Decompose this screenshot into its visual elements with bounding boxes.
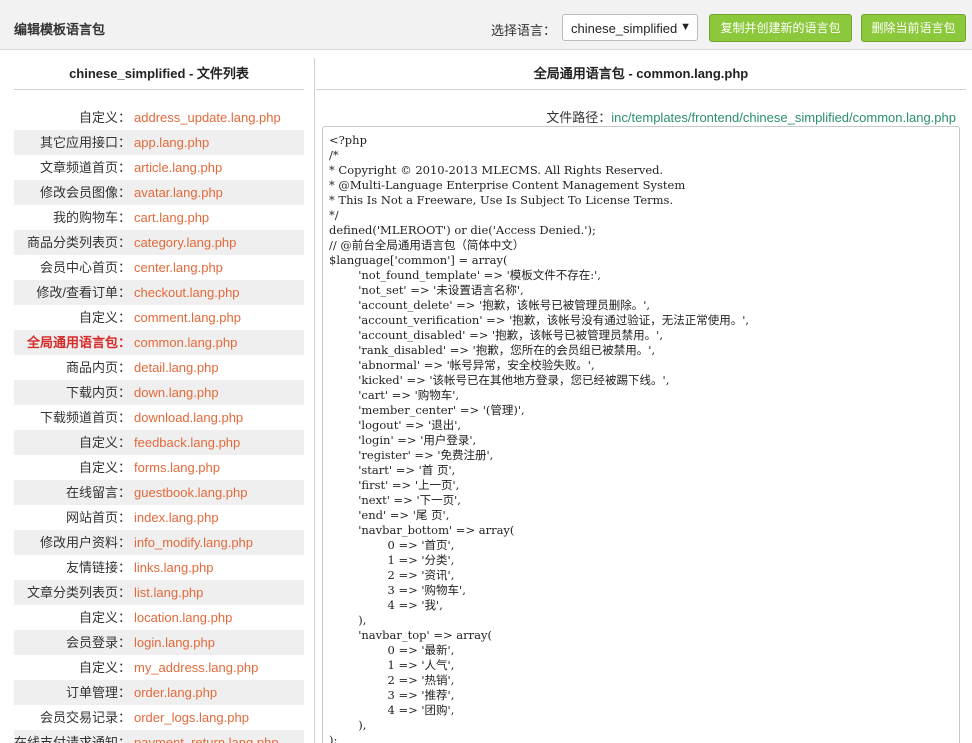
file-list-item-label: 订单管理： <box>65 685 131 700</box>
delete-language-button[interactable]: 删除当前语言包 <box>861 14 966 42</box>
file-list-item[interactable]: 在线支付请求通知： payment_return.lang.php <box>14 730 304 743</box>
file-link[interactable]: down.lang.php <box>134 380 219 405</box>
file-list-item-label: 自定义： <box>78 310 131 325</box>
file-list-item-label: 修改/查看订单： <box>36 285 131 300</box>
file-list-item[interactable]: 自定义： comment.lang.php <box>14 305 304 330</box>
file-list-item-label: 自定义： <box>78 460 131 475</box>
file-list: 自定义： address_update.lang.php 其它应用接口： app.la… <box>14 105 304 743</box>
file-link[interactable]: guestbook.lang.php <box>134 480 247 505</box>
copy-create-language-button[interactable]: 复制并创建新的语言包 <box>709 14 852 42</box>
file-list-item[interactable]: 自定义： location.lang.php <box>14 605 304 630</box>
file-list-item[interactable]: 下载内页： down.lang.php <box>14 380 304 405</box>
file-path-value: inc/templates/frontend/chinese_simplifie… <box>611 110 956 125</box>
file-link[interactable]: index.lang.php <box>134 505 219 530</box>
top-toolbar: 编辑模板语言包 选择语言： chinese_simplified ▼ 复制并创建… <box>0 0 972 50</box>
code-editor[interactable]: <?php /* * Copyright © 2010-2013 MLECMS.… <box>322 126 960 743</box>
file-list-item[interactable]: 会员登录： login.lang.php <box>14 630 304 655</box>
file-link[interactable]: detail.lang.php <box>134 355 219 380</box>
file-list-item[interactable]: 商品内页： detail.lang.php <box>14 355 304 380</box>
file-list-item-label: 自定义： <box>78 660 131 675</box>
language-select-value: chinese_simplified <box>571 21 678 36</box>
file-list-item-label: 会员交易记录： <box>39 710 131 725</box>
file-link[interactable]: location.lang.php <box>134 605 232 630</box>
file-list-item-label: 在线留言： <box>65 485 131 500</box>
file-list-item[interactable]: 自定义： feedback.lang.php <box>14 430 304 455</box>
file-list-item-label: 文章频道首页： <box>39 160 131 175</box>
file-list-item[interactable]: 自定义： forms.lang.php <box>14 455 304 480</box>
file-link[interactable]: cart.lang.php <box>134 205 209 230</box>
file-link[interactable]: app.lang.php <box>134 130 209 155</box>
editor-panel: 全局通用语言包 - common.lang.php 文件路径：inc/templ… <box>316 58 972 743</box>
file-list-item[interactable]: 文章分类列表页： list.lang.php <box>14 580 304 605</box>
file-link[interactable]: comment.lang.php <box>134 305 241 330</box>
file-list-item[interactable]: 网站首页： index.lang.php <box>14 505 304 530</box>
file-link[interactable]: payment_return.lang.php <box>134 730 279 743</box>
file-link[interactable]: article.lang.php <box>134 155 222 180</box>
file-list-item-label: 商品分类列表页： <box>26 235 131 250</box>
code-content[interactable]: <?php /* * Copyright © 2010-2013 MLECMS.… <box>329 133 749 743</box>
file-link[interactable]: order_logs.lang.php <box>134 705 249 730</box>
file-link[interactable]: login.lang.php <box>134 630 215 655</box>
file-list-item[interactable]: 下载频道首页： download.lang.php <box>14 405 304 430</box>
file-list-item-label: 修改用户资料： <box>39 535 131 550</box>
file-link[interactable]: feedback.lang.php <box>134 430 240 455</box>
file-list-item-label: 自定义： <box>78 435 131 450</box>
file-link[interactable]: checkout.lang.php <box>134 280 240 305</box>
file-list-item-label: 会员中心首页： <box>39 260 131 275</box>
file-list-item[interactable]: 其它应用接口： app.lang.php <box>14 130 304 155</box>
file-list-item-label: 我的购物车： <box>52 210 131 225</box>
file-list-item-label: 下载内页： <box>65 385 131 400</box>
file-path: 文件路径：inc/templates/frontend/chinese_simp… <box>546 107 956 126</box>
file-list-item-label: 网站首页： <box>65 510 131 525</box>
file-link[interactable]: my_address.lang.php <box>134 655 258 680</box>
file-list-item[interactable]: 会员中心首页： center.lang.php <box>14 255 304 280</box>
file-list-item[interactable]: 在线留言： guestbook.lang.php <box>14 480 304 505</box>
file-list-heading: chinese_simplified - 文件列表 <box>14 58 304 90</box>
file-list-item-label: 文章分类列表页： <box>26 585 131 600</box>
file-list-item[interactable]: 自定义： address_update.lang.php <box>14 105 304 130</box>
language-select[interactable]: chinese_simplified ▼ <box>562 14 698 41</box>
file-list-item-label: 在线支付请求通知： <box>14 735 132 743</box>
file-link[interactable]: order.lang.php <box>134 680 217 705</box>
file-link[interactable]: links.lang.php <box>134 555 214 580</box>
chevron-down-icon: ▼ <box>680 21 691 33</box>
file-path-label: 文件路径： <box>546 110 612 125</box>
page-title: 编辑模板语言包 <box>14 22 106 37</box>
file-list-item-label: 其它应用接口： <box>39 135 131 150</box>
file-list-item[interactable]: 修改会员图像： avatar.lang.php <box>14 180 304 205</box>
file-list-item[interactable]: 我的购物车： cart.lang.php <box>14 205 304 230</box>
file-list-item-label: 会员登录： <box>65 635 131 650</box>
file-list-item-label: 下载频道首页： <box>39 410 131 425</box>
editor-heading: 全局通用语言包 - common.lang.php <box>316 58 966 90</box>
file-list-item-label: 自定义： <box>78 110 131 125</box>
file-link[interactable]: common.lang.php <box>134 330 237 355</box>
file-list-item-label: 自定义： <box>78 610 131 625</box>
file-list-item[interactable]: 全局通用语言包： common.lang.php <box>14 330 304 355</box>
file-list-item[interactable]: 修改用户资料： info_modify.lang.php <box>14 530 304 555</box>
file-list-panel: chinese_simplified - 文件列表 自定义： address_up… <box>0 58 315 743</box>
file-link[interactable]: download.lang.php <box>134 405 243 430</box>
file-list-item[interactable]: 文章频道首页： article.lang.php <box>14 155 304 180</box>
file-link[interactable]: category.lang.php <box>134 230 236 255</box>
file-link[interactable]: forms.lang.php <box>134 455 220 480</box>
language-select-label: 选择语言： <box>491 23 557 38</box>
file-list-item[interactable]: 自定义： my_address.lang.php <box>14 655 304 680</box>
file-list-item[interactable]: 商品分类列表页： category.lang.php <box>14 230 304 255</box>
file-list-item-label: 友情链接： <box>65 560 131 575</box>
file-list-item-label: 全局通用语言包： <box>26 335 131 350</box>
file-link[interactable]: list.lang.php <box>134 580 203 605</box>
file-link[interactable]: avatar.lang.php <box>134 180 223 205</box>
file-link[interactable]: center.lang.php <box>134 255 223 280</box>
file-list-item[interactable]: 友情链接： links.lang.php <box>14 555 304 580</box>
file-link[interactable]: address_update.lang.php <box>134 105 281 130</box>
file-list-item-label: 修改会员图像： <box>39 185 131 200</box>
file-list-item[interactable]: 会员交易记录： order_logs.lang.php <box>14 705 304 730</box>
file-list-item[interactable]: 订单管理： order.lang.php <box>14 680 304 705</box>
file-link[interactable]: info_modify.lang.php <box>134 530 253 555</box>
file-list-item-label: 商品内页： <box>65 360 131 375</box>
file-list-item[interactable]: 修改/查看订单： checkout.lang.php <box>14 280 304 305</box>
